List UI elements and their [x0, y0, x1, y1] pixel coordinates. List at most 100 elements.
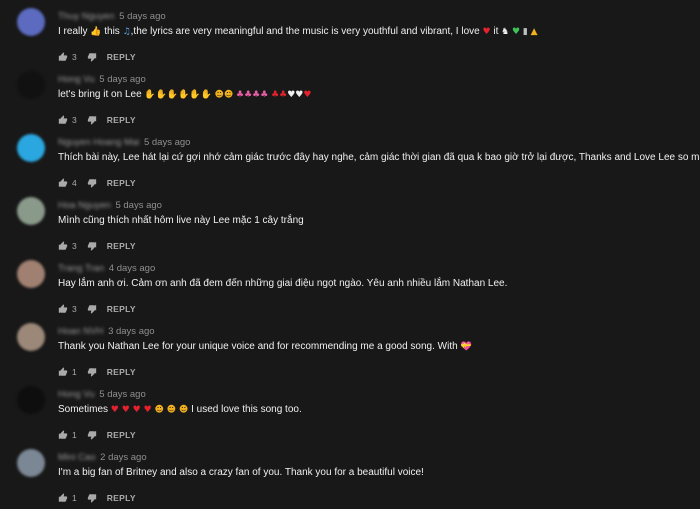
thumbs-down-icon[interactable]: [87, 304, 97, 314]
tulip-emoji: ♣♣♣♣: [236, 90, 269, 100]
reply-button[interactable]: REPLY: [107, 304, 136, 314]
heart-emoji: ♥: [482, 27, 491, 37]
comment-item: Nguyen Hoang Mai 5 days ago Thích bài nà…: [0, 131, 700, 194]
author-name[interactable]: Trang Tran: [58, 263, 104, 275]
thumbs-up-icon[interactable]: [58, 115, 68, 125]
comment-actions: 1 REPLY: [58, 366, 136, 378]
like-count: 3: [72, 241, 77, 251]
avatar[interactable]: [17, 323, 45, 351]
rabbit-emoji: ♞: [501, 27, 510, 37]
thumbs-down-icon[interactable]: [87, 178, 97, 188]
comment-time[interactable]: 5 days ago: [115, 200, 161, 211]
comment-text: Hay lắm anh ơi. Cảm ơn anh đã đem đến nh…: [58, 278, 508, 289]
author-name[interactable]: Mini Cao: [58, 452, 96, 464]
reply-button[interactable]: REPLY: [107, 52, 136, 62]
white-heart-emoji: ♥♥: [287, 90, 304, 100]
comment-meta: Trang Tran 4 days ago: [58, 263, 155, 275]
comment-meta: Mini Cao 2 days ago: [58, 452, 147, 464]
comment-actions: 3 REPLY: [58, 114, 136, 126]
comment-time[interactable]: 4 days ago: [109, 263, 155, 274]
avatar[interactable]: [17, 197, 45, 225]
avatar[interactable]: [17, 8, 45, 36]
reply-button[interactable]: REPLY: [107, 367, 136, 377]
comment-meta: Hoa Nguyen 5 days ago: [58, 200, 162, 212]
author-name[interactable]: Hoa Nguyen: [58, 200, 111, 212]
comment-time[interactable]: 3 days ago: [108, 326, 154, 337]
comment-text: Thích bài này, Lee hát lại cứ gợi nhớ cả…: [58, 152, 700, 163]
comment-text: let's bring it on Lee ✋✋✋✋✋✋ ☻☻ ♣♣♣♣ ♣♣♥…: [58, 89, 312, 100]
smiley-emoji: ☻ ☻ ☻: [154, 405, 189, 415]
comment-item: Mini Cao 2 days ago I'm a big fan of Bri…: [0, 446, 700, 509]
reply-button[interactable]: REPLY: [107, 115, 136, 125]
thumbs-up-icon[interactable]: [58, 304, 68, 314]
clapping-hands-emoji: ✋✋✋✋✋✋: [144, 90, 212, 100]
comment-text: I'm a big fan of Britney and also a craz…: [58, 467, 424, 478]
comment-text: I really 👍 this ♫,the lyrics are very me…: [58, 26, 538, 37]
comment-time[interactable]: 5 days ago: [144, 137, 190, 148]
like-count: 1: [72, 367, 77, 377]
comment-meta: Thuy Nguyen 5 days ago: [58, 11, 166, 23]
thumbs-down-icon[interactable]: [87, 241, 97, 251]
comment-item: Trang Tran 4 days ago Hay lắm anh ơi. Cả…: [0, 257, 700, 320]
comment-item: Hong Vu 5 days ago Sometimes ♥ ♥ ♥ ♥ ☻ ☻…: [0, 383, 700, 446]
thumbs-up-icon[interactable]: [58, 241, 68, 251]
thumbs-up-icon[interactable]: [58, 178, 68, 188]
green-heart-emoji: ♥: [512, 27, 521, 37]
heart-ribbon-emoji: 💝: [460, 342, 472, 352]
author-name[interactable]: Nguyen Hoang Mai: [58, 137, 139, 149]
comment-actions: 3 REPLY: [58, 240, 136, 252]
pray-emoji: ▲: [530, 27, 538, 37]
comment-meta: Hoan NVH 3 days ago: [58, 326, 155, 338]
like-count: 3: [72, 52, 77, 62]
comment-actions: 3 REPLY: [58, 303, 136, 315]
comment-item: Hoan NVH 3 days ago Thank you Nathan Lee…: [0, 320, 700, 383]
reply-button[interactable]: REPLY: [107, 430, 136, 440]
avatar[interactable]: [17, 260, 45, 288]
heart-emoji: ♥ ♥ ♥ ♥: [110, 405, 152, 415]
avatar[interactable]: [17, 134, 45, 162]
comment-item: Thuy Nguyen 5 days ago I really 👍 this ♫…: [0, 5, 700, 68]
comment-item: Hoa Nguyen 5 days ago Mình cũng thích nh…: [0, 194, 700, 257]
comment-time[interactable]: 5 days ago: [119, 11, 165, 22]
thumbs-down-icon[interactable]: [87, 52, 97, 62]
author-name[interactable]: Hong Vu: [58, 389, 95, 401]
comment-time[interactable]: 2 days ago: [100, 452, 146, 463]
comment-actions: 1 REPLY: [58, 429, 136, 441]
rose-emoji: ♣♣: [271, 90, 288, 100]
like-count: 4: [72, 178, 77, 188]
comment-text: Sometimes ♥ ♥ ♥ ♥ ☻ ☻ ☻ I used love this…: [58, 404, 302, 415]
avatar[interactable]: [17, 386, 45, 414]
thumbs-down-icon[interactable]: [87, 430, 97, 440]
comment-meta: Nguyen Hoang Mai 5 days ago: [58, 137, 190, 149]
thumbs-down-icon[interactable]: [87, 367, 97, 377]
comment-time[interactable]: 5 days ago: [99, 389, 145, 400]
comment-text: Mình cũng thích nhất hôm live này Lee mặ…: [58, 215, 304, 226]
comment-item: Hong Vu 5 days ago let's bring it on Lee…: [0, 68, 700, 131]
comment-time[interactable]: 5 days ago: [99, 74, 145, 85]
like-count: 3: [72, 115, 77, 125]
music-notes-emoji: ♫: [122, 27, 131, 37]
comment-meta: Hong Vu 5 days ago: [58, 74, 146, 86]
like-count: 3: [72, 304, 77, 314]
heart-emoji: ♥: [303, 90, 312, 100]
comment-actions: 3 REPLY: [58, 51, 136, 63]
author-name[interactable]: Thuy Nguyen: [58, 11, 115, 23]
like-count: 1: [72, 430, 77, 440]
thumbs-up-icon[interactable]: [58, 367, 68, 377]
comment-meta: Hong Vu 5 days ago: [58, 389, 146, 401]
thumbs-down-icon[interactable]: [87, 115, 97, 125]
avatar[interactable]: [17, 71, 45, 99]
comment-actions: 4 REPLY: [58, 177, 136, 189]
reply-button[interactable]: REPLY: [107, 241, 136, 251]
thumbs-up-icon[interactable]: [58, 52, 68, 62]
comment-actions: 1 REPLY: [58, 492, 136, 504]
avatar[interactable]: [17, 449, 45, 477]
author-name[interactable]: Hong Vu: [58, 74, 95, 86]
cassette-emoji: ▮: [522, 27, 528, 37]
thumbs-up-icon[interactable]: [58, 430, 68, 440]
comment-text: Thank you Nathan Lee for your unique voi…: [58, 341, 472, 352]
thumbs-up-emoji: 👍: [90, 27, 102, 37]
reply-button[interactable]: REPLY: [107, 178, 136, 188]
author-name[interactable]: Hoan NVH: [58, 326, 103, 338]
heart-eyes-emoji: ☻☻: [214, 90, 234, 100]
